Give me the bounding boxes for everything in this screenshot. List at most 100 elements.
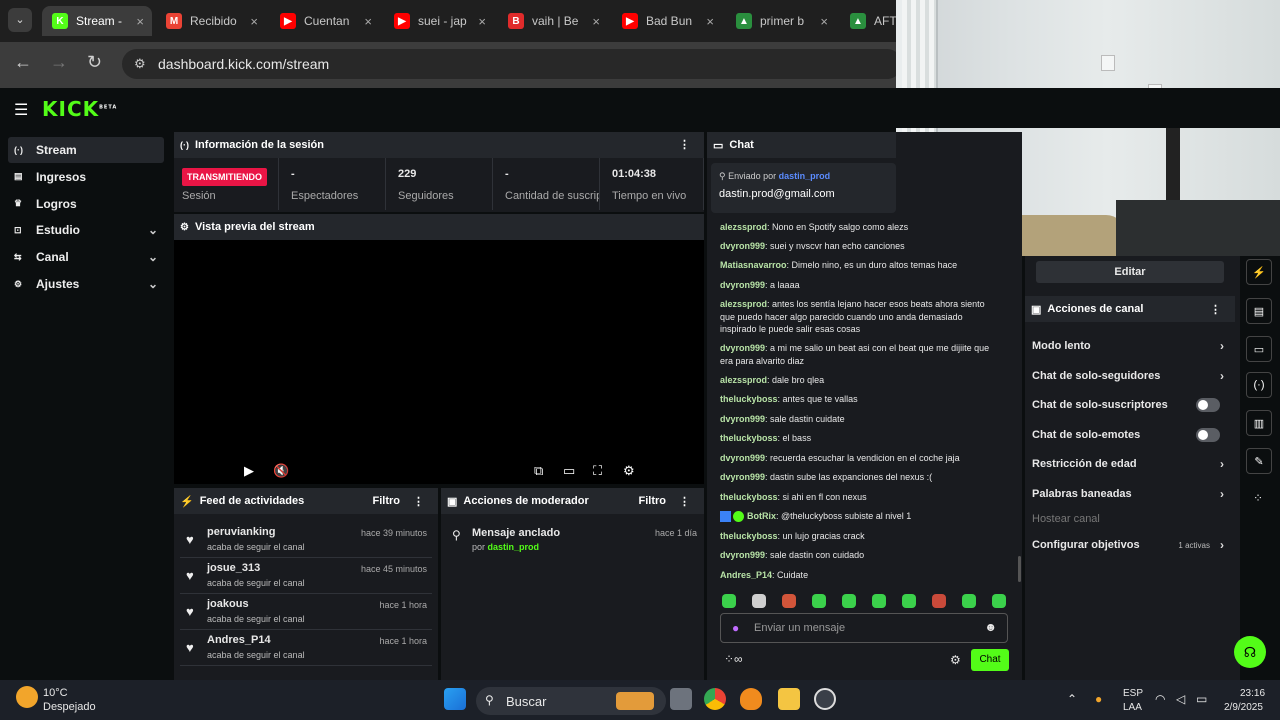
channel-action[interactable]: Palabras baneadas ›: [1032, 485, 1224, 503]
chat-username[interactable]: dvyron999: [720, 550, 765, 560]
sidebar-item-1[interactable]: ▤ Ingresos: [8, 164, 164, 190]
chat-input[interactable]: ● Enviar un mensaje ☻: [720, 613, 1008, 643]
notes-icon[interactable]: ▤: [1246, 298, 1272, 324]
emote-icon[interactable]: [782, 594, 796, 608]
forward-icon[interactable]: →: [50, 52, 68, 73]
more-options-icon[interactable]: ⋮: [679, 138, 690, 151]
mod-more-icon[interactable]: ⋮: [679, 495, 690, 508]
emote-icon[interactable]: [722, 594, 736, 608]
feed-row[interactable]: ♥ joakous acaba de seguir el canal hace 1 h…: [180, 594, 432, 630]
channel-action[interactable]: Chat de solo-suscriptores: [1032, 396, 1224, 414]
toggle-switch[interactable]: [1196, 398, 1220, 412]
chat-username[interactable]: BotRix: [747, 511, 776, 521]
pinned-by-user[interactable]: dastin_prod: [488, 542, 540, 552]
site-info-icon[interactable]: ⚙: [134, 56, 146, 72]
chevron-down-icon[interactable]: ⌄: [148, 223, 158, 237]
chat-username[interactable]: theluckyboss: [720, 492, 778, 502]
feed-more-icon[interactable]: ⋮: [413, 495, 424, 508]
weather-icon[interactable]: [16, 686, 38, 708]
kick-logo[interactable]: KICKBETA: [42, 97, 117, 121]
channel-action[interactable]: Restricción de edad ›: [1032, 455, 1224, 473]
send-chat-button[interactable]: Chat: [971, 649, 1009, 671]
sidebar-item-3[interactable]: ⊡ Estudio ⌄: [8, 217, 164, 243]
channel-action[interactable]: Configurar objetivos 1 activas ›: [1032, 536, 1224, 554]
chevron-right-icon[interactable]: ›: [1220, 457, 1224, 471]
mod-filter-button[interactable]: Filtro: [639, 495, 667, 507]
emote-icon[interactable]: [962, 594, 976, 608]
points-icon[interactable]: ⁘∞: [724, 652, 743, 666]
tab-close-icon[interactable]: ×: [592, 14, 600, 29]
feed-username[interactable]: josue_313: [207, 562, 260, 574]
emote-icon[interactable]: [752, 594, 766, 608]
emote-icon[interactable]: [872, 594, 886, 608]
sidebar-item-2[interactable]: ♛ Logros: [8, 191, 164, 217]
file-explorer-icon[interactable]: [778, 688, 800, 710]
tab-close-icon[interactable]: ×: [364, 14, 372, 29]
chat-username[interactable]: dvyron999: [720, 453, 765, 463]
settings-icon[interactable]: ⚙: [623, 463, 635, 479]
tab-2[interactable]: ▶ Cuentan ×: [270, 6, 380, 36]
chat-username[interactable]: theluckyboss: [720, 433, 778, 443]
clock-time[interactable]: 23:16: [1240, 688, 1265, 699]
language-2[interactable]: LAA: [1123, 702, 1142, 713]
stream-preview-video[interactable]: [174, 240, 704, 484]
emoji-icon[interactable]: ☻: [984, 620, 997, 634]
tab-close-icon[interactable]: ×: [136, 14, 144, 29]
emote-icon[interactable]: [932, 594, 946, 608]
feed-row[interactable]: ♥ josue_313 acaba de seguir el canal hace 4…: [180, 558, 432, 594]
feed-username[interactable]: joakous: [207, 598, 249, 610]
sidebar-item-5[interactable]: ⚙ Ajustes ⌄: [8, 271, 164, 297]
tab-close-icon[interactable]: ×: [478, 14, 486, 29]
play-icon[interactable]: ▶: [244, 463, 254, 479]
tray-overflow-icon[interactable]: ⌃: [1067, 692, 1077, 706]
chevron-down-icon[interactable]: ⌄: [148, 250, 158, 264]
chat-username[interactable]: dvyron999: [720, 472, 765, 482]
feed-username[interactable]: Andres_P14: [207, 634, 271, 646]
task-view-icon[interactable]: [670, 688, 692, 710]
chevron-down-icon[interactable]: ⌄: [148, 277, 158, 291]
chrome-icon[interactable]: [704, 688, 726, 710]
emote-icon[interactable]: [902, 594, 916, 608]
feed-row[interactable]: ♥ peruvianking acaba de seguir el canal hac…: [180, 522, 432, 558]
edit-button[interactable]: Editar: [1036, 261, 1224, 283]
tab-search-button[interactable]: ⌄: [8, 8, 32, 32]
quick-actions-icon[interactable]: ⚡: [1246, 259, 1272, 285]
sidebar-item-0[interactable]: (·) Stream: [8, 137, 164, 163]
chat-settings-icon[interactable]: ⚙: [950, 653, 961, 667]
chat-username[interactable]: dvyron999: [720, 414, 765, 424]
support-button[interactable]: ☊: [1234, 636, 1266, 668]
tab-3[interactable]: ▶ suei - jap ×: [384, 6, 494, 36]
picture-in-picture-icon[interactable]: ⧉: [534, 463, 543, 479]
fullscreen-icon[interactable]: ⛶: [593, 463, 602, 479]
tab-close-icon[interactable]: ×: [820, 14, 828, 29]
chat-username[interactable]: dvyron999: [720, 241, 765, 251]
tab-1[interactable]: M Recibido ×: [156, 6, 266, 36]
chevron-right-icon[interactable]: ›: [1220, 538, 1224, 552]
broadcast-toggle-icon[interactable]: (·): [1246, 372, 1272, 398]
mic-icon[interactable]: ●: [732, 621, 739, 635]
wifi-icon[interactable]: ◠: [1155, 692, 1165, 706]
tab-7[interactable]: ▲AFTER: [840, 6, 900, 36]
tab-0[interactable]: K Stream - ×: [42, 6, 152, 36]
chat-username[interactable]: Matiasnavarroo: [720, 260, 787, 270]
chevron-right-icon[interactable]: ›: [1220, 487, 1224, 501]
actions-more-icon[interactable]: ⋮: [1210, 303, 1221, 316]
chat-username[interactable]: dvyron999: [720, 280, 765, 290]
battery-icon[interactable]: ▭: [1196, 692, 1207, 706]
emote-icon[interactable]: [992, 594, 1006, 608]
channel-action[interactable]: Modo lento ›: [1032, 337, 1224, 355]
chat-username[interactable]: alezssprod: [720, 222, 767, 232]
mute-icon[interactable]: 🔇: [273, 463, 289, 479]
emote-icon[interactable]: [812, 594, 826, 608]
tab-close-icon[interactable]: ×: [706, 14, 714, 29]
chat-username[interactable]: theluckyboss: [720, 531, 778, 541]
fl-studio-icon[interactable]: [740, 688, 762, 710]
feed-filter-button[interactable]: Filtro: [373, 495, 401, 507]
chat-scrollbar[interactable]: [1018, 556, 1021, 582]
sidebar-item-4[interactable]: ⇆ Canal ⌄: [8, 244, 164, 270]
emote-icon[interactable]: [842, 594, 856, 608]
mic-tray-icon[interactable]: ●: [1095, 692, 1102, 706]
hamburger-menu-icon[interactable]: ☰: [14, 100, 28, 120]
chat-username[interactable]: theluckyboss: [720, 394, 778, 404]
volume-icon[interactable]: ◁: [1176, 692, 1185, 706]
